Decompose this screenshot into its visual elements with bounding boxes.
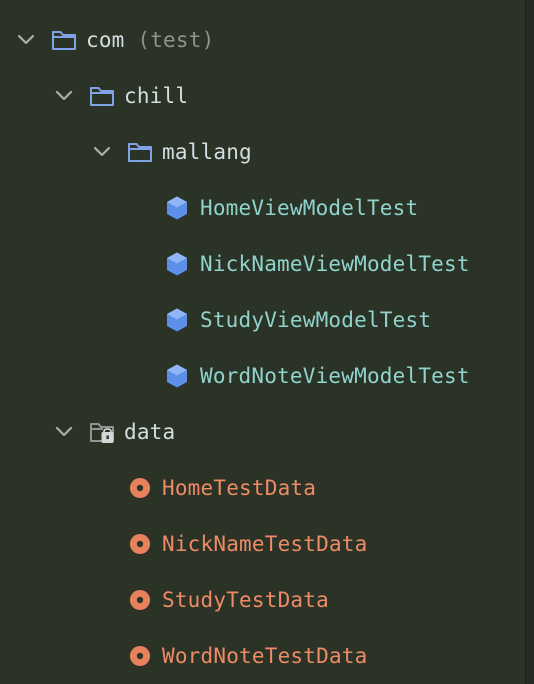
tree-node-label: chill — [124, 84, 189, 108]
project-tree: com (test) chill mallang HomeViewModelTe… — [0, 12, 524, 684]
tree-node-class[interactable]: StudyViewModelTest — [0, 292, 524, 348]
object-icon — [130, 478, 150, 498]
tree-node-class[interactable]: NickNameViewModelTest — [0, 236, 524, 292]
tree-node-label: HomeViewModelTest — [200, 196, 419, 220]
test-class-icon — [167, 364, 187, 388]
folder-icon — [128, 143, 152, 162]
chevron-down-icon[interactable] — [54, 422, 74, 442]
tree-node-object[interactable]: HomeTestData — [0, 460, 524, 516]
tree-node-data[interactable]: data — [0, 404, 524, 460]
object-icon — [130, 646, 150, 666]
tree-node-label: data — [124, 420, 176, 444]
test-class-icon — [167, 252, 187, 276]
tree-node-label: HomeTestData — [162, 476, 317, 500]
chevron-down-icon[interactable] — [54, 86, 74, 106]
tree-node-label: StudyViewModelTest — [200, 308, 432, 332]
tree-node-object[interactable]: StudyTestData — [0, 572, 524, 628]
tree-node-class[interactable]: HomeViewModelTest — [0, 180, 524, 236]
tree-node-label: mallang — [162, 140, 252, 164]
tree-node-label: com (test) — [86, 28, 215, 52]
tree-node-object[interactable]: NickNameTestData — [0, 516, 524, 572]
tree-node-chill[interactable]: chill — [0, 68, 524, 124]
tree-node-class[interactable]: WordNoteViewModelTest — [0, 348, 524, 404]
tree-node-com[interactable]: com (test) — [0, 12, 524, 68]
folder-icon — [90, 87, 114, 106]
tree-node-object[interactable]: WordNoteTestData — [0, 628, 524, 684]
folder-icon — [52, 31, 76, 50]
object-icon — [130, 590, 150, 610]
tree-node-label: NickNameTestData — [162, 532, 368, 556]
tree-node-label: WordNoteTestData — [162, 644, 368, 668]
tree-node-label: StudyTestData — [162, 588, 329, 612]
tree-node-label: WordNoteViewModelTest — [200, 364, 470, 388]
tree-node-label: NickNameViewModelTest — [200, 252, 470, 276]
test-class-icon — [167, 308, 187, 332]
locked-folder-icon — [90, 423, 114, 443]
tree-node-mallang[interactable]: mallang — [0, 124, 524, 180]
vertical-scrollbar[interactable] — [525, 0, 534, 684]
test-class-icon — [167, 196, 187, 220]
chevron-down-icon[interactable] — [92, 142, 112, 162]
object-icon — [130, 534, 150, 554]
source-root-hint: (test) — [137, 28, 215, 52]
chevron-down-icon[interactable] — [16, 30, 36, 50]
